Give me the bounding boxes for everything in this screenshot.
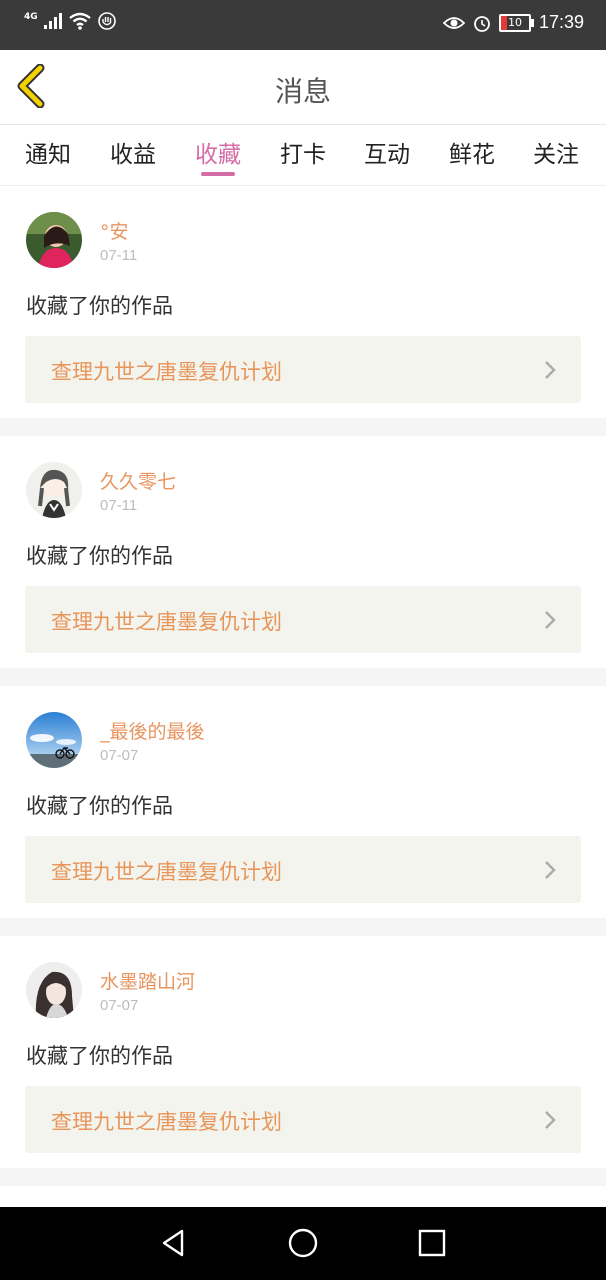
avatar[interactable]	[26, 962, 82, 1018]
network-type: 4G	[24, 11, 38, 22]
work-link[interactable]: 查理九世之唐墨复仇计划	[25, 836, 581, 903]
active-tab-indicator	[201, 172, 235, 176]
battery-icon: 10	[498, 13, 534, 32]
nav-back-button[interactable]	[156, 1225, 192, 1261]
avatar[interactable]	[26, 712, 82, 768]
tab-interaction[interactable]: 互动	[352, 135, 422, 169]
wifi-icon	[68, 12, 91, 30]
work-link[interactable]: 查理九世之唐墨复仇计划	[25, 336, 581, 403]
message-date: 07-07	[100, 747, 139, 764]
message-date: 07-07	[100, 997, 139, 1014]
message-card-partial	[0, 1186, 606, 1207]
message-card: _最後的最後 07-07 收藏了你的作品 查理九世之唐墨复仇计划	[0, 686, 606, 918]
message-action: 收藏了你的作品	[26, 1044, 173, 1068]
work-title: 查理九世之唐墨复仇计划	[51, 360, 282, 384]
status-right: 10 17:39	[442, 12, 584, 33]
tab-notifications[interactable]: 通知	[13, 135, 83, 169]
work-link[interactable]: 查理九世之唐墨复仇计划	[25, 1086, 581, 1153]
status-left: 4G	[24, 12, 116, 30]
chevron-right-icon	[545, 1111, 556, 1129]
hand-icon	[97, 12, 116, 30]
system-nav-bar	[0, 1207, 606, 1280]
message-action: 收藏了你的作品	[26, 294, 173, 318]
tab-favorites[interactable]: 收藏	[183, 135, 253, 169]
work-title: 查理九世之唐墨复仇计划	[51, 860, 282, 884]
username[interactable]: _最後的最後	[100, 717, 205, 744]
nav-home-button[interactable]	[285, 1225, 321, 1261]
tab-flowers[interactable]: 鲜花	[437, 135, 507, 169]
message-date: 07-11	[100, 247, 138, 264]
message-action: 收藏了你的作品	[26, 544, 173, 568]
alarm-icon	[474, 15, 490, 32]
tab-following[interactable]: 关注	[521, 135, 591, 169]
nav-recents-icon	[418, 1229, 446, 1257]
message-date: 07-11	[100, 497, 138, 514]
page-title: 消息	[274, 75, 331, 108]
nav-home-icon	[288, 1228, 318, 1258]
message-action: 收藏了你的作品	[26, 794, 173, 818]
clock-time: 17:39	[538, 12, 584, 32]
username[interactable]: °安	[100, 217, 129, 244]
chevron-right-icon	[545, 361, 556, 379]
avatar[interactable]	[26, 212, 82, 268]
avatar[interactable]	[26, 462, 82, 518]
tab-checkin[interactable]: 打卡	[268, 135, 338, 169]
work-title: 查理九世之唐墨复仇计划	[51, 1110, 282, 1134]
message-card: 水墨踏山河 07-07 收藏了你的作品 查理九世之唐墨复仇计划	[0, 936, 606, 1168]
work-link[interactable]: 查理九世之唐墨复仇计划	[25, 586, 581, 653]
status-bar: 4G 10 17:39	[0, 0, 606, 50]
battery-level: 10	[507, 15, 522, 29]
signal-icon	[43, 13, 62, 29]
header-bar: 消息	[0, 50, 606, 125]
work-title: 查理九世之唐墨复仇计划	[51, 610, 282, 634]
username[interactable]: 久久零七	[100, 467, 176, 494]
chevron-right-icon	[545, 861, 556, 879]
message-card: 久久零七 07-11 收藏了你的作品 查理九世之唐墨复仇计划	[0, 436, 606, 668]
username[interactable]: 水墨踏山河	[100, 967, 195, 994]
nav-back-icon	[162, 1229, 184, 1257]
nav-recents-button[interactable]	[414, 1225, 450, 1261]
tab-bar: 通知 收益 收藏 打卡 互动 鲜花 关注	[0, 125, 606, 186]
chevron-right-icon	[545, 611, 556, 629]
eye-icon	[442, 16, 465, 29]
message-card: °安 07-11 收藏了你的作品 查理九世之唐墨复仇计划	[0, 186, 606, 418]
tab-earnings[interactable]: 收益	[98, 135, 168, 169]
